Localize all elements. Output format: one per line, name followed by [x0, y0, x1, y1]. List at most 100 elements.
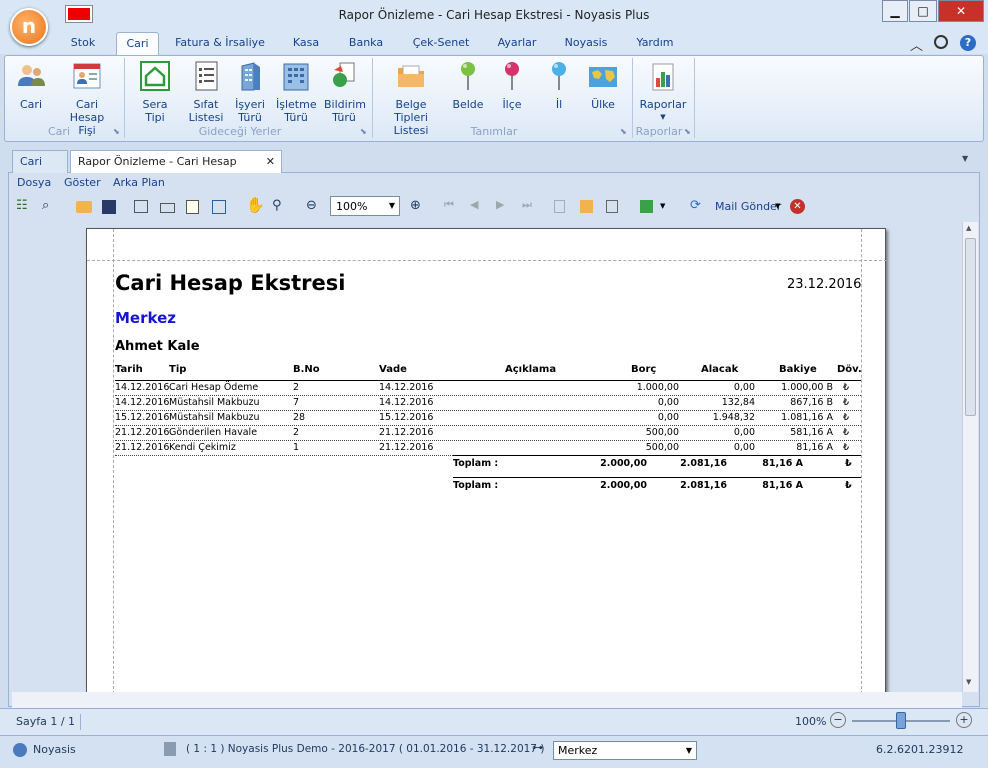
pin-green-icon [461, 62, 475, 90]
watermark-icon[interactable] [606, 200, 618, 213]
scale-icon[interactable] [212, 200, 226, 214]
app-logo[interactable]: n [10, 8, 48, 46]
help-icon[interactable]: ? [960, 35, 976, 51]
dialog-launcher-icon[interactable]: ⬊ [113, 127, 120, 136]
belde-button[interactable]: Belde [452, 60, 484, 111]
table-cell: 21.12.2016 [115, 427, 170, 438]
table-row: 14.12.2016 Müstahsil Makbuzu 7 14.12.2016 0,… [115, 396, 861, 411]
find-icon[interactable]: ⌕ [42, 198, 58, 214]
save-icon[interactable] [102, 200, 116, 214]
vertical-scrollbar[interactable]: ▲ ▼ [962, 222, 978, 692]
document-map-icon[interactable]: ☷ [16, 198, 32, 214]
table-row: 21.12.2016 Kendi Çekimiz 1 21.12.2016 500,00… [115, 441, 861, 456]
zoom-in-icon[interactable]: ⊕ [410, 198, 426, 214]
table-cell: Kendi Çekimiz [169, 442, 236, 453]
total-row: Toplam : 2.000,00 2.081,16 81,16 A ₺ [453, 477, 861, 493]
window-title: Rapor Önizleme - Cari Hesap Ekstresi - N… [338, 8, 650, 22]
office-icon [283, 63, 309, 91]
magnifier-icon[interactable]: ⚲ [272, 198, 288, 214]
table-cell: 1.000,00 B [781, 382, 833, 393]
zoom-out-icon[interactable]: ⊖ [306, 198, 322, 214]
support-icon[interactable] [934, 35, 948, 49]
tab-fatura[interactable]: Fatura & İrsaliye [172, 36, 268, 54]
dialog-launcher-icon[interactable]: ⬊ [620, 127, 627, 136]
print-icon[interactable] [160, 203, 175, 213]
group-separator [372, 58, 373, 138]
previous-page-icon[interactable]: ◀ [470, 198, 486, 214]
last-page-icon[interactable]: ⏭ [522, 198, 538, 214]
doc-tab-rapor[interactable]: Rapor Önizleme - Cari Hesap Ekstresi ✕ [70, 150, 282, 189]
chevron-down-icon: ▼ [685, 746, 692, 755]
print-setup-icon[interactable] [134, 200, 148, 213]
zoom-select[interactable]: 100% ▼ [330, 196, 400, 216]
menu-goster[interactable]: Göster [64, 176, 101, 189]
isyeri-turu-button[interactable]: İşyeri Türü [232, 60, 268, 124]
close-button[interactable]: ✕ [938, 0, 984, 22]
margin-guide [113, 229, 114, 699]
table-cell: ₺ [843, 382, 850, 393]
close-preview-icon[interactable]: ✕ [790, 199, 805, 214]
zoom-in-button[interactable]: + [956, 712, 972, 728]
doc-tab-cari[interactable]: Cari [12, 150, 68, 173]
first-page-icon[interactable]: ⏮ [444, 198, 460, 214]
group-separator [694, 58, 695, 138]
dialog-launcher-icon[interactable]: ⬊ [360, 127, 367, 136]
export-icon[interactable] [640, 200, 653, 213]
multiple-pages-icon[interactable] [554, 200, 565, 213]
table-cell: 0,00 [657, 397, 679, 408]
scroll-down-icon[interactable]: ▼ [966, 678, 971, 686]
table-cell: 0,00 [733, 382, 755, 393]
table-cell: 14.12.2016 [115, 397, 170, 408]
export-dropdown-icon[interactable]: ▼ [660, 202, 665, 210]
page-setup-icon[interactable] [186, 200, 199, 214]
ulke-button[interactable]: Ülke [586, 60, 620, 111]
dialog-launcher-icon[interactable]: ⬊ [684, 127, 691, 136]
tab-kasa[interactable]: Kasa [284, 36, 328, 54]
tab-cari[interactable]: Cari [116, 32, 159, 56]
tab-banka[interactable]: Banka [344, 36, 388, 54]
zoom-out-button[interactable]: − [830, 712, 846, 728]
sera-tipi-button[interactable]: Sera Tipi [132, 60, 178, 124]
ilce-button[interactable]: İlçe [496, 60, 528, 111]
tab-noyasis[interactable]: Noyasis [562, 36, 610, 54]
branch-select[interactable]: Merkez ▼ [553, 741, 697, 760]
total-dov: ₺ [845, 458, 852, 469]
next-page-icon[interactable]: ▶ [496, 198, 512, 214]
user-icon [13, 743, 27, 757]
belge-tipleri-button[interactable]: Belge Tipleri Listesi [380, 60, 442, 137]
tab-stok[interactable]: Stok [62, 36, 104, 54]
table-cell: 28 [293, 412, 306, 423]
hand-tool-icon[interactable]: ✋ [246, 196, 265, 214]
isyeri-turu-label: İşyeri Türü [235, 98, 265, 124]
close-tab-icon[interactable]: ✕ [266, 151, 275, 172]
sifat-listesi-button[interactable]: Sıfat Listesi [186, 60, 226, 124]
branch-select-value: Merkez [558, 744, 598, 757]
table-cell: 1.948,32 [712, 412, 755, 423]
page-color-icon[interactable] [580, 200, 593, 213]
dropdown-arrow-icon: ▼ [660, 113, 666, 121]
mail-button[interactable]: ⟳ Mail Gönder ▼ [690, 198, 786, 216]
table-cell: ₺ [843, 427, 850, 438]
isletme-turu-button[interactable]: İşletme Türü [276, 60, 317, 124]
table-cell: 1.081,16 A [781, 412, 833, 423]
menu-dosya[interactable]: Dosya [17, 176, 51, 189]
open-icon[interactable] [76, 201, 92, 213]
tab-yardim[interactable]: Yardım [632, 36, 678, 54]
zoom-slider-thumb[interactable] [896, 712, 906, 729]
tab-ayarlar[interactable]: Ayarlar [494, 36, 540, 54]
horizontal-scrollbar[interactable] [12, 692, 962, 708]
bildirim-turu-button[interactable]: Bildirim Türü [324, 60, 366, 124]
scroll-up-icon[interactable]: ▲ [966, 224, 971, 232]
menu-arka-plan[interactable]: Arka Plan [113, 176, 165, 189]
sifat-listesi-label: Sıfat Listesi [188, 98, 224, 124]
col-tarih: Tarih [115, 364, 143, 375]
tab-list-dropdown-icon[interactable]: ▼ [962, 154, 968, 163]
scroll-thumb[interactable] [965, 238, 976, 416]
il-button[interactable]: İl [543, 60, 575, 111]
collapse-ribbon-icon[interactable]: ︿ [910, 35, 923, 54]
tab-cek-senet[interactable]: Çek-Senet [410, 36, 472, 54]
cari-button[interactable]: Cari [14, 60, 48, 111]
minimize-button[interactable]: ▁ [882, 0, 908, 22]
maximize-button[interactable]: □ [909, 0, 937, 22]
raporlar-button[interactable]: Raporlar ▼ [638, 60, 688, 124]
